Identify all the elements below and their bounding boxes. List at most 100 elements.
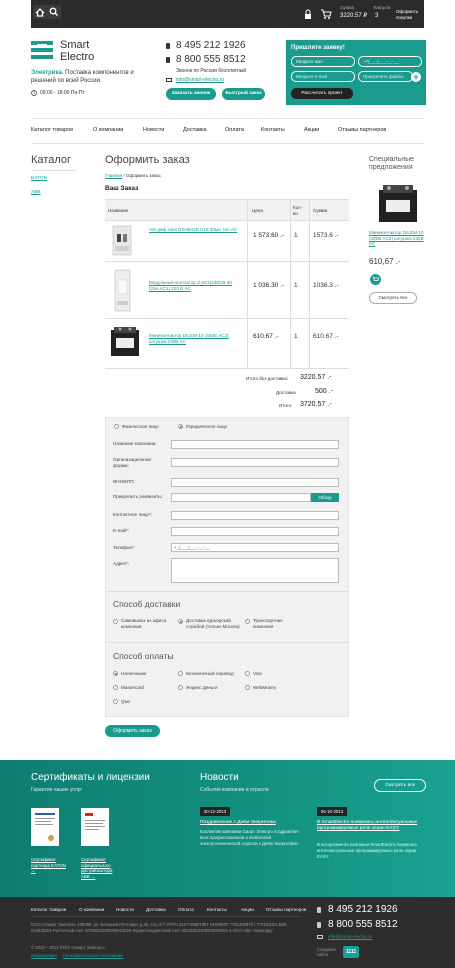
browse-button[interactable]: Обзор <box>311 493 339 502</box>
news-link[interactable]: Поздравление с Днём Энергетика <box>200 820 305 826</box>
nav-catalog[interactable]: Каталог товаров <box>31 127 73 134</box>
nav-delivery[interactable]: Доставка <box>183 127 207 134</box>
nav-payment[interactable]: Оплата <box>225 127 244 134</box>
footer-phone-1[interactable]: 8 495 212 1926 <box>328 904 398 917</box>
view-all-specials[interactable]: Смотреть все <box>369 292 417 304</box>
checkout-link[interactable]: Оформить покупки <box>396 9 426 20</box>
cert-image-abb[interactable] <box>81 808 109 846</box>
product-qty[interactable]: 1 <box>294 333 298 341</box>
phone-1[interactable]: 8 495 212 1926 <box>176 40 246 53</box>
phone-2[interactable]: 8 800 555 8512 <box>176 54 246 67</box>
footer-nav-catalog[interactable]: Каталог товаров <box>31 907 66 913</box>
email-input[interactable]: Введите e-mail <box>291 71 355 82</box>
product-image-minicontactor[interactable] <box>108 324 142 360</box>
pay-mastercard-radio[interactable] <box>113 685 118 690</box>
goods-value: 3 <box>375 13 379 19</box>
logo-text[interactable]: Smart Electro <box>60 39 94 63</box>
product-link[interactable]: Модульный контактор Z-SCH230/25-40 (25A … <box>149 280 239 291</box>
quick-order-button[interactable]: Быстрый заказ <box>222 88 265 100</box>
product-link[interactable]: Миниконтактор DILEM-10 (400В AC3) катушк… <box>149 333 239 344</box>
nav-promos[interactable]: Акции <box>304 127 319 134</box>
nav-reviews[interactable]: Отзывы партнеров <box>338 127 386 134</box>
footer-info-link[interactable]: Информация <box>31 953 57 958</box>
footer-nav-reviews[interactable]: Отзывы партнеров <box>266 907 306 913</box>
product-sum: 1573.6 .- <box>313 232 339 239</box>
pay-visa-radio[interactable] <box>245 671 250 676</box>
col-price: Цена <box>252 208 263 213</box>
calculate-project-button[interactable]: Рассчитать проект <box>291 88 353 99</box>
address-textarea[interactable] <box>171 558 339 583</box>
name-input[interactable]: Введите имя <box>291 56 355 67</box>
add-file-icon[interactable]: + <box>411 72 421 82</box>
breadcrumb-home[interactable]: Главная <box>105 173 122 178</box>
nav-about[interactable]: О компании <box>93 127 123 134</box>
nav-news[interactable]: Новости <box>143 127 164 134</box>
clock-icon <box>31 90 37 96</box>
sidebar-item-abb[interactable]: ABB <box>31 190 41 196</box>
cert-link-eaton[interactable]: Сертификат партнера EATON → <box>31 857 67 874</box>
nav-divider-bottom <box>31 143 425 144</box>
org-form-input[interactable] <box>171 458 339 467</box>
product-image-contactor[interactable] <box>108 268 136 313</box>
product-link[interactable]: Авт.диф.тока DSH941R C16 30мА тип AC <box>149 227 239 233</box>
attach-input[interactable] <box>171 493 311 502</box>
footer-nav-about[interactable]: О компании <box>79 907 104 913</box>
phone-input[interactable]: +7(___)___-__-__ <box>358 56 422 67</box>
special-product-link[interactable]: Миниконтактор DILEM-10 (400В AC3) катушк… <box>369 230 427 247</box>
pickup-label: Самовывоз из офиса компании <box>121 618 167 629</box>
contact-input[interactable] <box>171 511 339 520</box>
work-hours: 09:00 - 18:00 Пн-Пт <box>40 90 85 96</box>
footer-nav-payment[interactable]: Оплата <box>178 907 194 913</box>
courier-radio[interactable] <box>178 619 183 624</box>
goods-label: Товаров <box>373 5 391 10</box>
add-to-cart-icon[interactable] <box>370 274 381 285</box>
company-name-input[interactable] <box>171 440 339 449</box>
product-qty[interactable]: 1 <box>294 282 298 290</box>
email-link[interactable]: info@smart-electro.ru <box>176 77 224 83</box>
cert-link-abb[interactable]: Сертификат официального дистрибьютора AB… <box>81 857 117 879</box>
phone-field[interactable]: +_(___)___-__-__ <box>171 543 339 552</box>
search-icon[interactable] <box>47 5 61 19</box>
news-view-all[interactable]: Смотреть все <box>374 779 426 792</box>
home-icon[interactable] <box>33 5 47 19</box>
company-radio[interactable] <box>178 424 183 429</box>
pay-visa-label: Visa <box>253 671 262 676</box>
footer-phone-2[interactable]: 8 800 555 8512 <box>328 919 398 932</box>
footer-email[interactable]: info@smart-electro.ru <box>328 934 372 940</box>
news-text: В ассортименте компании SmartElectro поя… <box>317 842 418 859</box>
transport-radio[interactable] <box>245 619 250 624</box>
logo-icon[interactable] <box>31 40 55 64</box>
email-field[interactable] <box>171 527 339 536</box>
product-qty[interactable]: 1 <box>294 232 298 240</box>
sidebar-item-eaton[interactable]: EATON <box>31 176 47 182</box>
footer-agreement-link[interactable]: Пользовательское соглашение <box>63 953 123 958</box>
cart-icon[interactable] <box>320 8 332 20</box>
footer-nav-contacts[interactable]: Контакты <box>207 907 227 913</box>
special-product-image[interactable] <box>373 182 423 226</box>
cart-title: Ваш Заказ <box>105 185 139 192</box>
pay-yandex-radio[interactable] <box>178 685 183 690</box>
news-link[interactable]: В SmartElectro появились интеллектуальны… <box>317 820 422 832</box>
developer-badge[interactable]: 1111 <box>343 946 359 958</box>
pay-transfer-radio[interactable] <box>178 671 183 676</box>
order-call-button[interactable]: Заказать звонок <box>166 88 216 100</box>
company-label: Юридическое лицо <box>186 424 228 429</box>
pickup-radio[interactable] <box>113 619 118 624</box>
nav-contacts[interactable]: Контакты <box>261 127 285 134</box>
footer-nav-news[interactable]: Новости <box>116 907 134 913</box>
file-input[interactable]: Прикрепите файлы <box>358 71 413 82</box>
person-radio[interactable] <box>114 424 119 429</box>
tagline: Электрика. Поставка компонентов и решени… <box>31 70 134 84</box>
product-image-breaker[interactable] <box>108 224 136 257</box>
cert-image-eaton[interactable] <box>31 808 59 846</box>
pay-qiwi-radio[interactable] <box>113 699 118 704</box>
pay-cash-radio[interactable] <box>113 671 118 676</box>
checkout-button[interactable]: Оформить заказ <box>105 725 160 737</box>
mail-icon <box>166 78 172 82</box>
inn-input[interactable] <box>171 478 339 487</box>
footer-nav-promos[interactable]: Акции <box>241 907 254 913</box>
lock-icon[interactable] <box>302 6 314 22</box>
pay-webmoney-radio[interactable] <box>245 685 250 690</box>
news-subtitle: События компании и отрасли <box>200 787 269 793</box>
footer-nav-delivery[interactable]: Доставка <box>146 907 166 913</box>
